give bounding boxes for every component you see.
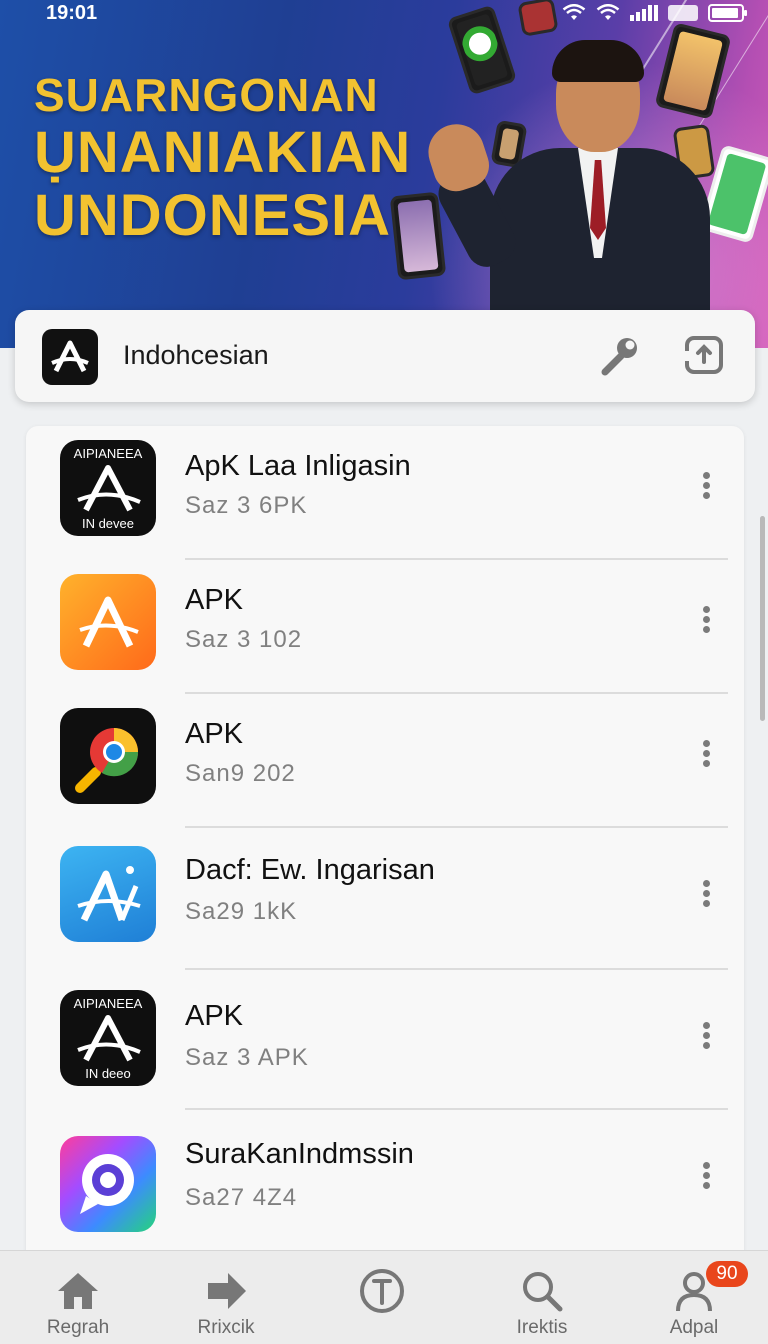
nav-item-search[interactable]: Irektis — [482, 1251, 602, 1344]
battery-icon — [708, 4, 747, 22]
export-icon[interactable] — [683, 334, 725, 376]
list-item-subtitle: Saz 3 102 — [185, 626, 303, 653]
chrome-p-logo-icon — [60, 708, 156, 804]
nav-item-home[interactable]: Regrah — [18, 1251, 138, 1344]
nav-label: Irektis — [516, 1317, 568, 1338]
banner-line-3: UNDONESIA — [34, 183, 392, 249]
nav-label: Regrah — [46, 1317, 110, 1338]
list-item[interactable]: APK Saz 3 102 — [26, 560, 744, 694]
home-icon — [58, 1273, 98, 1309]
list-item-title: SuraKanIndmssin — [185, 1138, 414, 1170]
status-bar: 19:01 — [0, 0, 768, 28]
list-item-title: APK — [185, 1000, 244, 1032]
list-item-title: ApK Laa Inligasin — [185, 450, 411, 482]
apk-list: AIPIANEEA IN devee ApK Laa Inligasin Saz… — [26, 426, 744, 1266]
blue-a-logo-icon — [60, 846, 156, 942]
orange-a-logo-icon — [60, 574, 156, 670]
banner-headline: SUARNGONAN ỤNANIAKIAN UNDONESIA — [34, 70, 411, 248]
hero-banner[interactable]: 19:01 SUARNGONAN ỤNANIAKIAN UNDONESIA — [0, 0, 768, 348]
presenter-image — [421, 38, 710, 348]
list-item[interactable]: APK San9 202 — [26, 694, 744, 828]
nav-item-profile[interactable]: 90 Adpal — [634, 1251, 754, 1344]
wifi-icon — [596, 4, 620, 20]
wrench-icon[interactable] — [597, 332, 643, 378]
search-input[interactable]: Indohcesian — [123, 340, 269, 371]
more-options-icon[interactable] — [696, 880, 716, 910]
banner-line-1: SUARNGONAN — [34, 69, 379, 121]
icon-text-top: AIPIANEEA — [74, 446, 143, 461]
list-item-subtitle: San9 202 — [185, 760, 296, 787]
list-item-title: APK — [185, 584, 244, 616]
nav-item-forward[interactable]: Rrixcik — [166, 1251, 286, 1344]
icon-text-bottom: IN devee — [82, 516, 134, 531]
info-circle-icon — [360, 1269, 404, 1313]
search-bar[interactable]: Indohcesian — [15, 310, 755, 402]
black-a-logo-icon: AIPIANEEA IN devee — [60, 440, 156, 536]
search-icon — [523, 1272, 563, 1312]
forward-arrow-icon — [208, 1273, 246, 1309]
more-options-icon[interactable] — [696, 472, 716, 502]
list-item-title: APK — [185, 718, 244, 750]
bottom-nav: Regrah Rrixcik Irektis 90 Adpal — [0, 1250, 768, 1344]
list-item[interactable]: Dacf: Ew. Ingarisan Sa29 1kK — [26, 828, 744, 970]
nav-label: Adpal — [669, 1317, 719, 1338]
list-item-title: Dacf: Ew. Ingarisan — [185, 854, 435, 886]
icon-text-top: AIPIANEEA — [74, 996, 143, 1011]
list-item[interactable]: AIPIANEEA IN devee ApK Laa Inligasin Saz… — [26, 426, 744, 560]
signal-icon — [630, 5, 658, 21]
scrollbar[interactable] — [760, 516, 765, 721]
more-options-icon[interactable] — [696, 1022, 716, 1052]
banner-line-2: ỤNANIAKIAN — [34, 119, 412, 185]
icon-text-bottom: IN deeo — [85, 1066, 131, 1081]
wifi-icon — [562, 4, 586, 20]
list-item-subtitle: Sa27 4Z4 — [185, 1184, 298, 1211]
app-logo-icon — [42, 329, 98, 385]
more-options-icon[interactable] — [696, 1162, 716, 1192]
nav-label: Rrixcik — [197, 1317, 255, 1338]
list-item-subtitle: Saz 3 APK — [185, 1044, 309, 1071]
notification-badge: 90 — [706, 1261, 748, 1287]
status-time: 19:01 — [46, 2, 98, 24]
battery-icon — [668, 5, 698, 21]
list-item[interactable]: SuraKanIndmssin Sa27 4Z4 — [26, 1110, 744, 1244]
more-options-icon[interactable] — [696, 740, 716, 770]
nav-item-info[interactable] — [322, 1251, 442, 1344]
list-item[interactable]: AIPIANEEA IN deeo APK Saz 3 APK — [26, 970, 744, 1110]
black-a-logo-icon: AIPIANEEA IN deeo — [60, 990, 156, 1086]
list-item-subtitle: Sa29 1kK — [185, 898, 298, 925]
list-item-subtitle: Saz 3 6PK — [185, 492, 308, 519]
more-options-icon[interactable] — [696, 606, 716, 636]
gradient-chat-logo-icon — [60, 1136, 156, 1232]
